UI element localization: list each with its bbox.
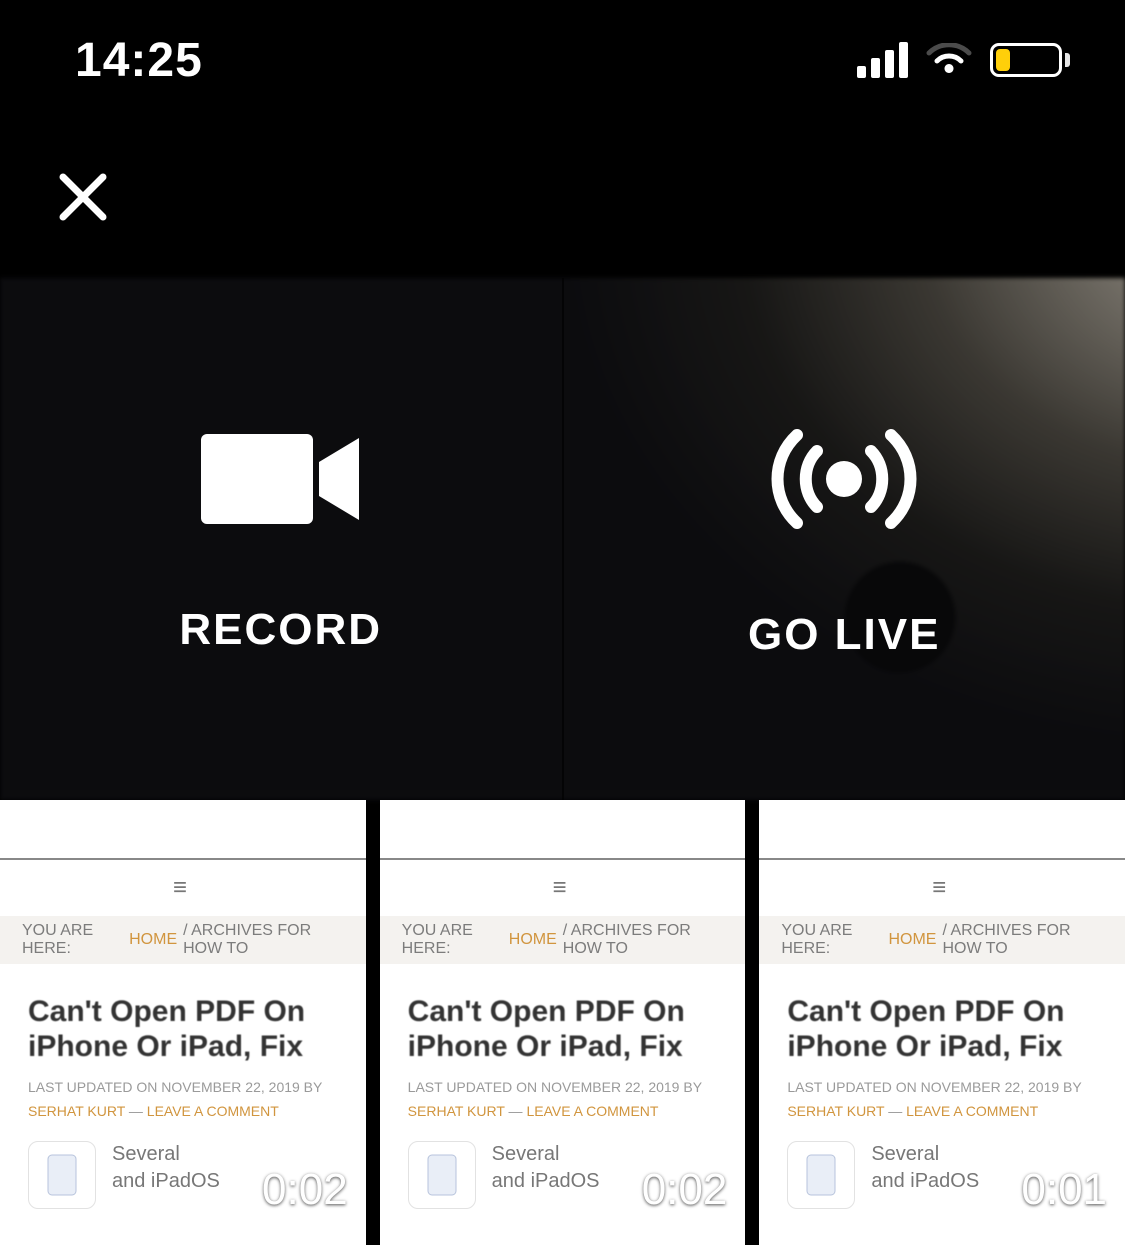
- breadcrumb: YOU ARE HERE: HOME / ARCHIVES FOR HOW TO: [759, 916, 1125, 964]
- status-bar: 14:25: [0, 0, 1125, 120]
- hamburger-icon: ≡: [380, 874, 746, 902]
- battery-icon: [990, 43, 1070, 77]
- article-meta: LAST UPDATED ON NOVEMBER 22, 2019 BY: [408, 1079, 718, 1095]
- duration-badge: 0:02: [262, 1165, 348, 1215]
- pdf-icon: [787, 1141, 855, 1209]
- hamburger-icon: ≡: [0, 874, 366, 902]
- broadcast-icon: [759, 419, 929, 544]
- breadcrumb: YOU ARE HERE: HOME / ARCHIVES FOR HOW TO: [380, 916, 746, 964]
- video-thumbnail[interactable]: ≡ YOU ARE HERE: HOME / ARCHIVES FOR HOW …: [759, 800, 1125, 1245]
- go-live-label: GO LIVE: [748, 610, 940, 660]
- article-preview: Severaland iPadOS: [492, 1141, 600, 1209]
- article-preview: Severaland iPadOS: [112, 1141, 220, 1209]
- video-camera-icon: [201, 424, 361, 539]
- modal-header: [0, 120, 1125, 278]
- article-author: SERHAT KURT — LEAVE A COMMENT: [28, 1103, 338, 1119]
- duration-badge: 0:02: [642, 1165, 728, 1215]
- article-author: SERHAT KURT — LEAVE A COMMENT: [408, 1103, 718, 1119]
- breadcrumb: YOU ARE HERE: HOME / ARCHIVES FOR HOW TO: [0, 916, 366, 964]
- duration-badge: 0:01: [1021, 1165, 1107, 1215]
- record-button[interactable]: RECORD: [0, 278, 562, 800]
- status-time: 14:25: [75, 33, 203, 88]
- video-thumbnail[interactable]: ≡ YOU ARE HERE: HOME / ARCHIVES FOR HOW …: [0, 800, 366, 1245]
- close-button[interactable]: [48, 164, 118, 234]
- article-meta: LAST UPDATED ON NOVEMBER 22, 2019 BY: [787, 1079, 1097, 1095]
- wifi-icon: [926, 43, 972, 77]
- video-thumbnail[interactable]: ≡ YOU ARE HERE: HOME / ARCHIVES FOR HOW …: [380, 800, 746, 1245]
- capture-options: RECORD GO LIVE: [0, 278, 1125, 800]
- video-gallery: ≡ YOU ARE HERE: HOME / ARCHIVES FOR HOW …: [0, 800, 1125, 1245]
- article-title: Can't Open PDF On iPhone Or iPad, Fix: [408, 994, 718, 1065]
- pdf-icon: [28, 1141, 96, 1209]
- pdf-icon: [408, 1141, 476, 1209]
- article-author: SERHAT KURT — LEAVE A COMMENT: [787, 1103, 1097, 1119]
- cellular-signal-icon: [857, 42, 908, 78]
- article-title: Can't Open PDF On iPhone Or iPad, Fix: [28, 994, 338, 1065]
- go-live-button[interactable]: GO LIVE: [562, 278, 1125, 800]
- record-label: RECORD: [179, 605, 382, 655]
- status-icons: [857, 42, 1070, 78]
- hamburger-icon: ≡: [759, 874, 1125, 902]
- article-meta: LAST UPDATED ON NOVEMBER 22, 2019 BY: [28, 1079, 338, 1095]
- article-title: Can't Open PDF On iPhone Or iPad, Fix: [787, 994, 1097, 1065]
- close-icon: [57, 171, 109, 228]
- article-preview: Severaland iPadOS: [871, 1141, 979, 1209]
